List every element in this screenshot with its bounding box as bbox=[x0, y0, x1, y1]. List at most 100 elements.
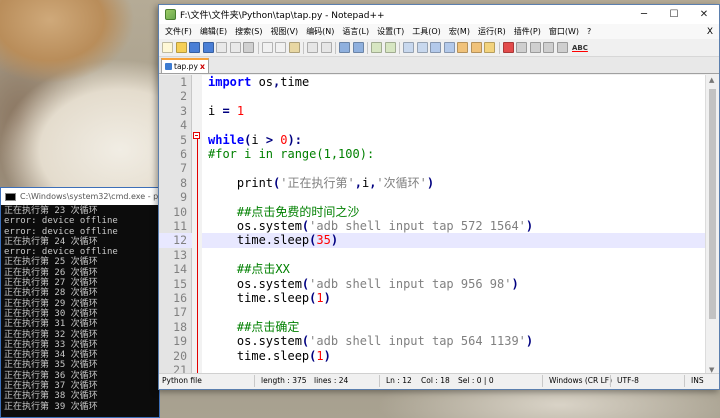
code-line[interactable]: 11 os.system('adb shell input tap 572 15… bbox=[159, 219, 719, 233]
replace-icon[interactable] bbox=[352, 42, 364, 53]
console-line: error: device offline bbox=[4, 247, 118, 258]
console-line: 正在执行第 34 次循环 bbox=[4, 350, 98, 361]
menu-language[interactable]: 语言(L) bbox=[338, 26, 373, 37]
show-all-chars-icon[interactable] bbox=[430, 42, 441, 53]
console-line: 正在执行第 37 次循环 bbox=[4, 381, 98, 392]
menu-view[interactable]: 视图(V) bbox=[266, 26, 302, 37]
code-line[interactable]: 15 os.system('adb shell input tap 956 98… bbox=[159, 277, 719, 291]
play-macro-icon[interactable] bbox=[529, 42, 541, 53]
menu-encoding[interactable]: 编码(N) bbox=[302, 26, 338, 37]
code-text: os.system('adb shell input tap 564 1139'… bbox=[208, 334, 534, 349]
code-line[interactable]: 10 ##点击免费的时间之沙 bbox=[159, 205, 719, 219]
copy-icon[interactable] bbox=[275, 42, 286, 53]
tab-tap-py[interactable]: tap.py x bbox=[161, 58, 210, 73]
code-line[interactable]: 16 time.sleep(1) bbox=[159, 291, 719, 305]
window-title: F:\文件\文件夹\Python\tap\tap.py - Notepad++ bbox=[180, 11, 385, 21]
code-line[interactable]: 6 #for i in range(1,100): bbox=[159, 147, 719, 161]
new-file-icon[interactable] bbox=[162, 42, 173, 53]
code-line[interactable]: 1 import os,time bbox=[159, 75, 719, 89]
code-text: os.system('adb shell input tap 572 1564'… bbox=[208, 219, 534, 233]
print-icon[interactable] bbox=[243, 42, 254, 53]
folder-workspace-icon[interactable] bbox=[484, 42, 495, 53]
minimize-button[interactable]: ─ bbox=[629, 5, 659, 24]
redo-icon[interactable] bbox=[320, 42, 332, 53]
tab-close-icon[interactable]: x bbox=[200, 62, 205, 71]
code-line[interactable]: 14 ##点击XX bbox=[159, 262, 719, 276]
menu-help[interactable]: ? bbox=[583, 27, 595, 36]
stop-macro-icon[interactable] bbox=[516, 42, 527, 53]
save-all-icon[interactable] bbox=[202, 42, 214, 53]
status-column: Col : 18 bbox=[421, 376, 450, 385]
line-number: 1 bbox=[180, 75, 187, 89]
saved-file-icon bbox=[165, 63, 172, 70]
notepad-plus-plus-window[interactable]: F:\文件\文件夹\Python\tap\tap.py - Notepad++ … bbox=[158, 4, 720, 390]
line-number: 12 bbox=[173, 233, 187, 248]
code-line[interactable]: 20 time.sleep(1) bbox=[159, 349, 719, 363]
open-file-icon[interactable] bbox=[175, 42, 187, 53]
paste-icon[interactable] bbox=[288, 42, 300, 53]
code-line[interactable]: 18 ##点击确定 bbox=[159, 320, 719, 334]
menu-tools[interactable]: 工具(O) bbox=[408, 26, 445, 37]
indent-guide-icon[interactable] bbox=[443, 42, 455, 53]
menu-edit[interactable]: 编辑(E) bbox=[196, 26, 231, 37]
sync-scroll-icon[interactable] bbox=[403, 42, 414, 53]
scrollbar-thumb[interactable] bbox=[709, 89, 716, 319]
code-line[interactable]: 3 i = 1 bbox=[159, 104, 719, 118]
code-line[interactable]: 7 bbox=[159, 161, 719, 175]
code-line[interactable]: 12 time.sleep(35) bbox=[159, 233, 719, 248]
menu-file[interactable]: 文件(F) bbox=[161, 26, 196, 37]
cut-icon[interactable] bbox=[261, 42, 273, 53]
zoom-out-icon[interactable] bbox=[384, 42, 396, 53]
maximize-button[interactable]: ☐ bbox=[659, 5, 689, 24]
line-number: 18 bbox=[173, 319, 187, 334]
console-line: 正在执行第 27 次循环 bbox=[4, 278, 98, 289]
save-macro-icon[interactable] bbox=[556, 42, 568, 53]
code-line[interactable]: 4 bbox=[159, 118, 719, 132]
line-number: 6 bbox=[180, 147, 187, 161]
code-editor[interactable]: 1 import os,time 2 3 i = 1 4 5 while(i > 0): 6 #f… bbox=[159, 75, 719, 375]
code-line[interactable]: 13 bbox=[159, 248, 719, 262]
npp-titlebar[interactable]: F:\文件\文件夹\Python\tap\tap.py - Notepad++ … bbox=[159, 5, 719, 24]
cmd-output[interactable]: 正在执行第 23 次循环 error: device offline error: … bbox=[1, 205, 159, 412]
code-line[interactable]: 17 bbox=[159, 305, 719, 319]
menu-settings[interactable]: 设置(T) bbox=[373, 26, 408, 37]
code-text: import os,time bbox=[208, 75, 310, 89]
vertical-scrollbar[interactable]: ▲ ▼ bbox=[705, 75, 719, 375]
save-icon[interactable] bbox=[189, 42, 200, 53]
word-wrap-icon[interactable] bbox=[416, 42, 428, 53]
close-document-button[interactable]: X bbox=[701, 27, 719, 37]
undo-icon[interactable] bbox=[307, 42, 318, 53]
menu-plugins[interactable]: 插件(P) bbox=[510, 26, 545, 37]
document-map-icon[interactable] bbox=[457, 42, 468, 53]
line-number: 9 bbox=[180, 190, 187, 205]
zoom-in-icon[interactable] bbox=[371, 42, 382, 53]
code-line[interactable]: 2 bbox=[159, 89, 719, 103]
find-icon[interactable] bbox=[339, 42, 350, 53]
console-line: 正在执行第 28 次循环 bbox=[4, 288, 98, 299]
console-line: 正在执行第 26 次循环 bbox=[4, 267, 98, 278]
code-line[interactable]: 8 print('正在执行第',i,'次循环') bbox=[159, 176, 719, 190]
status-file-type: Python file bbox=[162, 376, 202, 385]
menu-macro[interactable]: 宏(M) bbox=[445, 26, 474, 37]
console-line: 正在执行第 31 次循环 bbox=[4, 319, 98, 330]
fold-range-line bbox=[197, 138, 198, 375]
code-line[interactable]: 9 bbox=[159, 190, 719, 204]
menu-window[interactable]: 窗口(W) bbox=[545, 26, 583, 37]
cmd-window[interactable]: C:\Windows\system32\cmd.exe - pyth 正在执行第… bbox=[0, 187, 160, 418]
line-number: 15 bbox=[173, 276, 187, 291]
spell-check-icon[interactable]: ABC bbox=[572, 44, 588, 52]
code-line[interactable]: 19 os.system('adb shell input tap 564 11… bbox=[159, 334, 719, 348]
menu-search[interactable]: 搜索(S) bbox=[231, 26, 266, 37]
function-list-icon[interactable] bbox=[470, 42, 482, 53]
run-macro-multiple-icon[interactable] bbox=[543, 42, 554, 53]
code-line[interactable]: 5 while(i > 0): bbox=[159, 133, 719, 147]
status-bar: Python file length : 375 lines : 24 Ln :… bbox=[159, 373, 719, 389]
close-file-icon[interactable] bbox=[216, 42, 227, 53]
close-button[interactable]: ✕ bbox=[689, 5, 719, 24]
line-number: 5 bbox=[180, 132, 187, 147]
scroll-up-icon[interactable]: ▲ bbox=[709, 76, 714, 84]
record-macro-icon[interactable] bbox=[502, 42, 514, 53]
menu-run[interactable]: 运行(R) bbox=[474, 26, 510, 37]
close-all-icon[interactable] bbox=[229, 42, 241, 53]
cmd-titlebar[interactable]: C:\Windows\system32\cmd.exe - pyth bbox=[1, 188, 159, 205]
